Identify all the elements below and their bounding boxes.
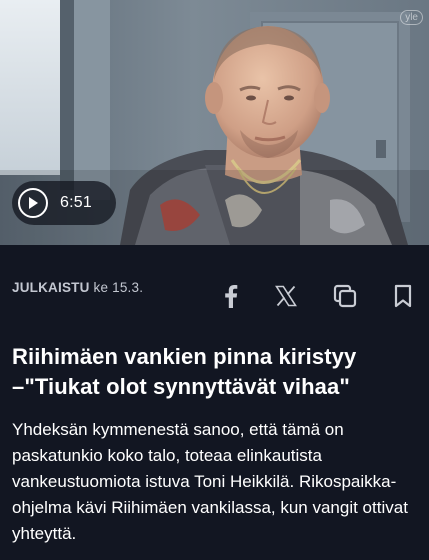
article-lead: Yhdeksän kymmenestä sanoo, että tämä on … [12,420,408,543]
play-video-button[interactable]: 6:51 [12,181,116,225]
share-facebook-button[interactable] [218,283,244,309]
bookmark-icon [394,284,412,308]
channel-logo: yle [400,10,423,25]
article-headline: Riihimäen vankien pinna kiristyy –"Tiuka… [12,344,357,399]
x-icon [275,285,297,307]
published-date-value: ke 15.3. [93,280,144,295]
published-label: JULKAISTU [12,280,90,295]
bookmark-button[interactable] [390,283,416,309]
copy-link-button[interactable] [332,283,358,309]
video-duration: 6:51 [60,194,92,211]
video-player[interactable]: yle 6:51 [0,0,429,245]
play-icon [18,188,48,218]
article-meta-row: JULKAISTU ke 15.3. [0,245,429,330]
facebook-icon [225,285,238,308]
published-date: JULKAISTU ke 15.3. [12,280,143,295]
copy-link-icon [333,284,357,308]
share-x-button[interactable] [273,283,299,309]
